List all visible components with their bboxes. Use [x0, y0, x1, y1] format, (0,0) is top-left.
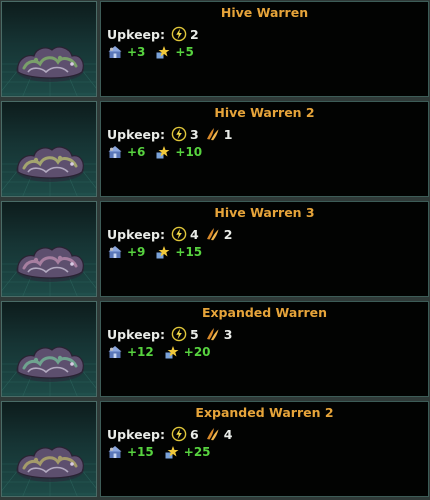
building-details-panel: Hive Warren 2 Upkeep: 3 1 +6 +10 — [100, 101, 429, 197]
upkeep-line: Upkeep: 2 — [107, 25, 205, 43]
amenities-icon — [155, 44, 171, 60]
upkeep-minerals-value: 3 — [223, 326, 233, 342]
amenities-icon — [164, 444, 180, 460]
energy-bolt-icon — [171, 326, 187, 342]
building-upgrade-list: Hive Warren Upkeep: 2 +3 +5 Hive Warren 2 Upke… — [0, 0, 430, 500]
upkeep-energy-value: 6 — [189, 426, 199, 442]
energy-bolt-icon — [171, 126, 187, 142]
production-line: +3 +5 — [107, 43, 204, 61]
building-thumbnail[interactable] — [1, 201, 97, 297]
housing-icon — [107, 344, 123, 360]
housing-value: +15 — [127, 445, 154, 459]
production-line: +9 +15 — [107, 243, 212, 261]
upkeep-minerals-value: 1 — [223, 126, 233, 142]
upkeep-label: Upkeep: — [107, 226, 165, 242]
upkeep-energy-value: 5 — [189, 326, 199, 342]
amenities-value: +15 — [175, 245, 203, 259]
building-details-panel: Hive Warren Upkeep: 2 +3 +5 — [100, 1, 429, 97]
housing-icon — [107, 44, 123, 60]
upkeep-energy-value: 3 — [189, 126, 199, 142]
building-details-panel: Expanded Warren Upkeep: 5 3 +12 +20 — [100, 301, 429, 397]
energy-bolt-icon — [171, 226, 187, 242]
minerals-icon — [205, 126, 221, 142]
amenities-icon — [155, 144, 171, 160]
housing-value: +3 — [127, 45, 146, 59]
energy-bolt-icon — [171, 26, 187, 42]
upkeep-line: Upkeep: 6 4 — [107, 425, 238, 443]
housing-value: +9 — [127, 245, 146, 259]
housing-icon — [107, 144, 123, 160]
building-details-panel: Hive Warren 3 Upkeep: 4 2 +9 +15 — [100, 201, 429, 297]
housing-value: +12 — [127, 345, 154, 359]
upkeep-label: Upkeep: — [107, 26, 165, 42]
upkeep-label: Upkeep: — [107, 126, 165, 142]
minerals-icon — [205, 226, 221, 242]
building-details-panel: Expanded Warren 2 Upkeep: 6 4 +15 +25 — [100, 401, 429, 497]
building-name: Hive Warren 3 — [214, 205, 315, 220]
upkeep-energy-value: 4 — [189, 226, 199, 242]
building-name: Expanded Warren 2 — [195, 405, 334, 420]
upkeep-energy-value: 2 — [189, 26, 199, 42]
building-thumbnail[interactable] — [1, 1, 97, 97]
housing-icon — [107, 244, 123, 260]
upkeep-line: Upkeep: 4 2 — [107, 225, 238, 243]
upkeep-line: Upkeep: 5 3 — [107, 325, 238, 343]
building-row[interactable]: Hive Warren 3 Upkeep: 4 2 +9 +15 — [0, 200, 430, 298]
amenities-icon — [164, 344, 180, 360]
production-line: +15 +25 — [107, 443, 221, 461]
building-row[interactable]: Hive Warren 2 Upkeep: 3 1 +6 +10 — [0, 100, 430, 198]
housing-value: +6 — [127, 145, 146, 159]
upkeep-label: Upkeep: — [107, 426, 165, 442]
building-row[interactable]: Expanded Warren Upkeep: 5 3 +12 +20 — [0, 300, 430, 398]
amenities-icon — [155, 244, 171, 260]
building-thumbnail[interactable] — [1, 301, 97, 397]
upkeep-minerals-value: 2 — [223, 226, 233, 242]
building-row[interactable]: Expanded Warren 2 Upkeep: 6 4 +15 +25 — [0, 400, 430, 498]
minerals-icon — [205, 426, 221, 442]
amenities-value: +20 — [183, 345, 211, 359]
production-line: +6 +10 — [107, 143, 212, 161]
amenities-value: +5 — [175, 45, 194, 59]
upkeep-minerals-value: 4 — [223, 426, 233, 442]
amenities-value: +25 — [183, 445, 211, 459]
building-name: Hive Warren 2 — [214, 105, 315, 120]
minerals-icon — [205, 326, 221, 342]
building-name: Expanded Warren — [201, 305, 328, 320]
housing-icon — [107, 444, 123, 460]
building-row[interactable]: Hive Warren Upkeep: 2 +3 +5 — [0, 0, 430, 98]
building-thumbnail[interactable] — [1, 401, 97, 497]
building-thumbnail[interactable] — [1, 101, 97, 197]
amenities-value: +10 — [175, 145, 203, 159]
upkeep-label: Upkeep: — [107, 326, 165, 342]
production-line: +12 +20 — [107, 343, 221, 361]
building-name: Hive Warren — [220, 5, 309, 20]
energy-bolt-icon — [171, 426, 187, 442]
upkeep-line: Upkeep: 3 1 — [107, 125, 238, 143]
